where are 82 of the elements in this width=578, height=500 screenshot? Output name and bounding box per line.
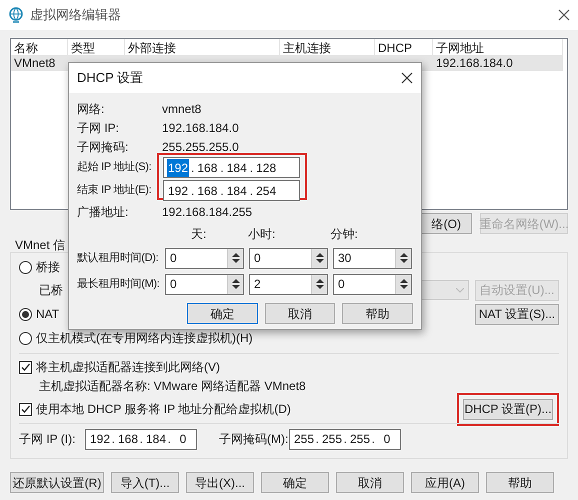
button[interactable]: 取消 — [336, 472, 404, 493]
button[interactable]: 取消 — [264, 303, 336, 324]
octet-text: 0 — [178, 431, 188, 448]
button[interactable]: 确定 — [187, 303, 258, 324]
octet-text: 184 — [226, 160, 248, 176]
dot-separator: . — [191, 160, 194, 176]
octet-text: 168 — [196, 160, 218, 176]
octet-text: 255 — [321, 431, 342, 448]
field-label: 结束 IP 地址(E): — [77, 183, 152, 198]
dot-separator: . — [250, 182, 254, 200]
ip-address-field[interactable]: 255. 255. 255. 0 — [289, 428, 401, 450]
dot-separator: . — [220, 182, 224, 200]
field-label: 最长租用时间(M): — [77, 276, 160, 292]
button[interactable]: 导入(T)... — [111, 472, 179, 493]
octet-text: 168 — [117, 431, 138, 448]
ip-address-field[interactable]: 192. 168. 184. 0 — [85, 428, 197, 450]
octet-text: 255 — [293, 431, 314, 448]
dot-separator: . — [191, 182, 194, 200]
button[interactable]: 帮助 — [486, 472, 554, 493]
field-label: 子网 IP (I): — [19, 431, 76, 448]
octet-text: 255 — [349, 431, 370, 448]
field-label: 子网 IP: — [77, 120, 120, 136]
field-label: 广播地址: — [77, 204, 130, 220]
globe-icon — [8, 7, 24, 23]
ip-address-field[interactable]: 192 . 168 . 184 . 128 — [163, 157, 300, 178]
ip-address-field[interactable]: 192 . 168 . 184 . 254 — [163, 180, 300, 201]
group-title: VMnet 信 — [14, 238, 66, 252]
caret-icon — [456, 288, 464, 292]
octet-text: 128 — [255, 160, 278, 176]
dot-separator: . — [344, 431, 347, 448]
dialog-title: DHCP 设置 — [77, 69, 144, 88]
dot-separator: . — [112, 431, 115, 448]
dot-separator: . — [372, 431, 375, 448]
button[interactable]: 还原默认设置(R) — [10, 472, 104, 493]
octet-text: 0 — [382, 431, 392, 448]
button[interactable]: 导出(X)... — [186, 472, 254, 493]
octet-text: 192 — [167, 182, 190, 200]
checkbox-label: 将主机虚拟适配器连接到此网络(V) — [36, 359, 221, 376]
adapter-name-text: 主机虚拟适配器名称: VMware 网络适配器 VMnet8 — [38, 378, 307, 395]
field-label: 子网掩码: — [77, 138, 130, 156]
radio-button[interactable] — [19, 308, 32, 320]
octet-text: 184 — [226, 182, 248, 200]
field-value: 255.255.255.0 — [162, 138, 239, 156]
octet-text: 192 — [167, 158, 190, 176]
octet-text: 168 — [196, 182, 218, 200]
field-value: 192.168.184.255 — [162, 204, 252, 220]
field-label: 网络: — [77, 100, 106, 118]
field-label: 默认租用时间(D): — [77, 250, 160, 266]
radio-label: 仅主机模式(在专用网络内连接虚拟机)(H) — [36, 330, 253, 347]
close-icon[interactable] — [401, 72, 413, 84]
octet-text: 184 — [145, 431, 166, 448]
dot-separator: . — [168, 431, 171, 448]
radio-label: 桥接 — [36, 259, 60, 276]
dot-separator: . — [316, 431, 319, 448]
window-title: 虚拟网络编辑器 — [30, 6, 122, 24]
checkbox[interactable] — [19, 402, 32, 416]
unit-label: 天: — [190, 226, 208, 243]
radio-button[interactable] — [19, 332, 32, 344]
octet-text: 192 — [89, 431, 110, 448]
button[interactable]: NAT 设置(S)... — [475, 304, 559, 324]
button[interactable]: DHCP 设置(P)... — [463, 398, 553, 420]
button[interactable]: 应用(A) — [411, 472, 479, 493]
table-cell-text: 192.168.184.0 — [435, 55, 514, 72]
dot-separator: . — [140, 431, 143, 448]
octet-text: 254 — [255, 182, 278, 200]
button[interactable]: 帮助 — [342, 303, 414, 324]
field-label: 已桥 — [39, 282, 63, 299]
field-value: 192.168.184.0 — [162, 120, 239, 136]
field-label: 起始 IP 地址(S): — [77, 160, 152, 176]
button[interactable]: 确定 — [261, 472, 329, 493]
field-value: vmnet8 — [162, 100, 202, 118]
close-icon[interactable] — [558, 9, 570, 21]
dot-separator: . — [250, 160, 254, 176]
unit-label: 分钟: — [330, 226, 359, 243]
field-label: 子网掩码(M): — [219, 431, 289, 448]
table-cell-text: VMnet8 — [13, 55, 56, 72]
radio-button[interactable] — [19, 260, 32, 274]
checkbox-label: 使用本地 DHCP 服务将 IP 地址分配给虚拟机(D) — [36, 401, 292, 418]
unit-label: 小时: — [248, 226, 276, 243]
checkbox[interactable] — [19, 360, 32, 374]
radio-label: NAT — [36, 306, 60, 323]
dot-separator: . — [220, 160, 224, 176]
